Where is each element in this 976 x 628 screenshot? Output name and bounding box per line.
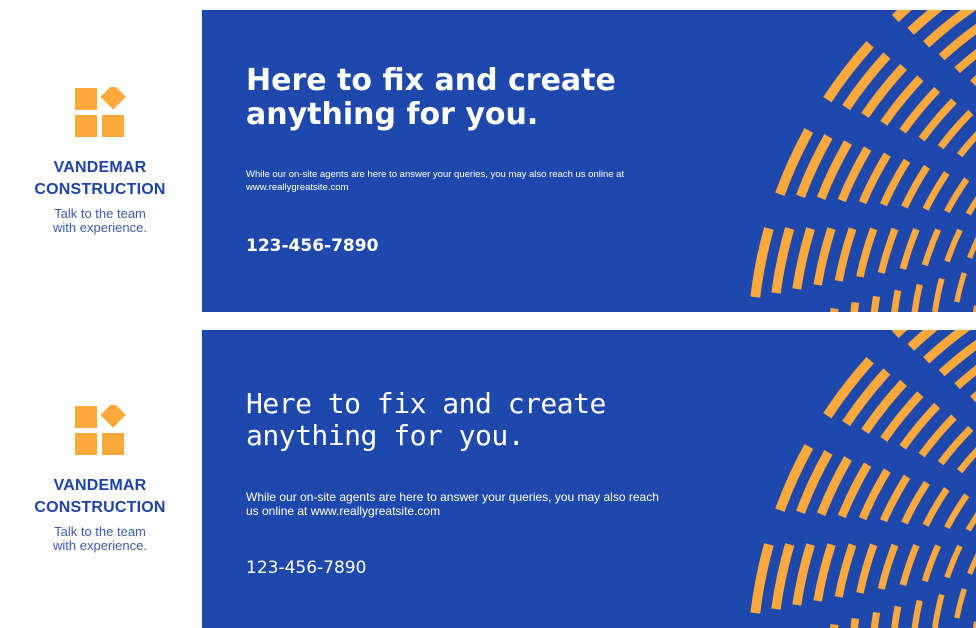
headline-line-1: Here to fix and create — [246, 387, 606, 420]
banner-variant-2: VANDEMAR CONSTRUCTION Talk to the team w… — [0, 330, 976, 628]
blocks-logo-icon — [75, 87, 126, 137]
arc-stripe — [850, 391, 976, 628]
company-name-line-2: CONSTRUCTION — [34, 499, 166, 516]
body-text: While our on-site agents are here to ans… — [246, 169, 625, 193]
company-name-line-2: CONSTRUCTION — [34, 181, 166, 198]
tagline: Talk to the team with experience. — [40, 207, 160, 235]
arc-stripe — [972, 612, 976, 628]
arc-stripes-decoration — [748, 10, 976, 312]
company-name-line-1: VANDEMAR — [53, 477, 147, 494]
arc-stripe — [870, 102, 976, 312]
blocks-logo-icon — [75, 405, 126, 455]
headline: Here to fix and create anything for you. — [246, 64, 666, 132]
arc-stripe — [850, 75, 976, 312]
headline-line-2: anything for you. — [246, 419, 525, 452]
arc-stripe — [972, 296, 976, 312]
headline-line-1: Here to fix and create — [246, 63, 616, 98]
tagline-line-2: with experience. — [53, 538, 147, 553]
phone-number: 123-456-7890 — [246, 558, 367, 578]
headline-line-2: anything for you. — [246, 97, 539, 132]
company-name: VANDEMAR CONSTRUCTION — [34, 475, 165, 519]
body-text: While our on-site agents are here to ans… — [246, 490, 659, 518]
banner-panel: Here to fix and create anything for you.… — [202, 330, 976, 628]
banner-panel: Here to fix and create anything for you.… — [202, 10, 976, 312]
tagline: Talk to the team with experience. — [40, 525, 160, 553]
company-name-line-1: VANDEMAR — [53, 159, 147, 176]
tagline-line-1: Talk to the team — [54, 206, 146, 221]
phone-number: 123-456-7890 — [246, 236, 379, 256]
brand-panel: VANDEMAR CONSTRUCTION Talk to the team w… — [0, 330, 200, 628]
headline: Here to fix and create anything for you. — [246, 388, 666, 452]
arc-stripes-decoration — [748, 330, 976, 628]
company-name: VANDEMAR CONSTRUCTION — [34, 157, 165, 201]
arc-stripe — [870, 418, 976, 628]
tagline-line-2: with experience. — [53, 220, 147, 235]
banner-variant-1: VANDEMAR CONSTRUCTION Talk to the team w… — [0, 10, 976, 312]
tagline-line-1: Talk to the team — [54, 524, 146, 539]
brand-panel: VANDEMAR CONSTRUCTION Talk to the team w… — [0, 10, 200, 312]
